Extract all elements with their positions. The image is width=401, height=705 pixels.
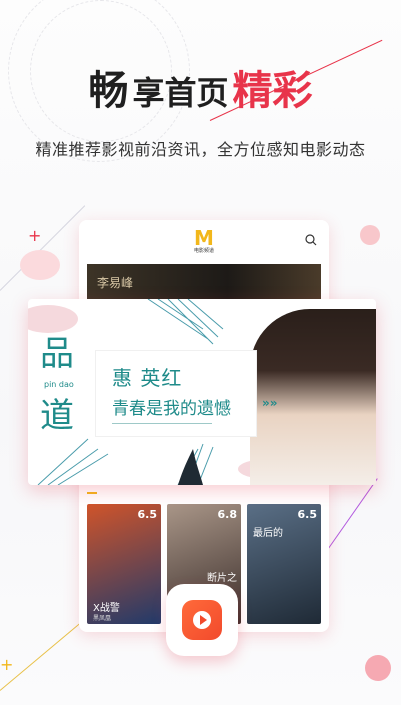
plus-icon: + xyxy=(0,655,14,674)
play-button[interactable] xyxy=(166,584,238,656)
guest-name: 惠 英红 xyxy=(112,366,183,390)
headline-part1: 畅 xyxy=(88,68,129,114)
app-logo: M 电影频道 xyxy=(190,228,218,256)
play-button-inner xyxy=(182,600,222,640)
decorative-blob xyxy=(365,655,391,681)
page-subtitle: 精准推荐影视前沿资讯，全方位感知电影动态 xyxy=(35,140,366,159)
decorative-blob xyxy=(20,250,60,280)
app-header: M 电影频道 xyxy=(79,220,329,260)
headline-part2: 享首页 xyxy=(132,74,229,112)
headline-part3: 精彩 xyxy=(232,68,313,114)
tagline-underline xyxy=(112,423,212,424)
poster-title: X战警 xyxy=(93,603,120,614)
logo-mark: M xyxy=(194,226,214,250)
page-headline: 畅享首页 精彩 xyxy=(0,58,401,116)
poster-subtitle: 黑凤凰 xyxy=(93,615,112,622)
section-marker xyxy=(87,492,97,494)
poster-rating: 6.5 xyxy=(297,508,318,521)
poster-rating: 6.8 xyxy=(217,508,238,521)
poster-title: 断片之 xyxy=(207,573,237,584)
double-arrow-icon: »» xyxy=(262,396,278,410)
banner-tagline: 青春是我的遗憾 xyxy=(112,399,231,419)
poster-card[interactable]: 6.5 最后的 xyxy=(247,504,321,624)
logo-text: 电影频道 xyxy=(193,248,214,254)
decorative-blob xyxy=(360,225,380,245)
poster-card[interactable]: 6.5 X战警 黑凤凰 xyxy=(87,504,161,624)
poster-rating: 6.5 xyxy=(137,508,158,521)
strip-title: 李易峰 xyxy=(97,276,134,290)
play-icon xyxy=(193,611,211,629)
plus-icon: + xyxy=(28,226,42,245)
pin-char-2: 道 xyxy=(40,396,74,436)
featured-strip[interactable]: 李易峰 xyxy=(87,264,321,304)
poster-title: 最后的 xyxy=(253,528,283,539)
pin-char-1: 品 xyxy=(40,334,74,374)
search-icon[interactable] xyxy=(305,234,317,246)
